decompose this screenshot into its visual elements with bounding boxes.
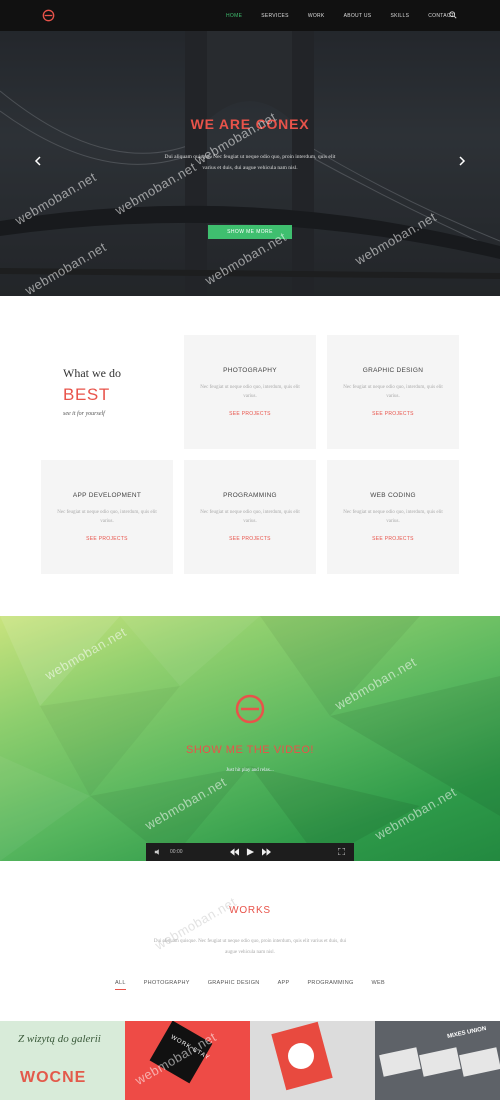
- works-section: WORKS Dui aliquam quisque. Nec feugiat u…: [0, 861, 500, 1021]
- portfolio-item-lettering: Z wizytą do galerii: [18, 1033, 101, 1045]
- portfolio-card-graphic: [459, 1047, 500, 1077]
- service-card-title: PHOTOGRAPHY: [223, 367, 277, 374]
- service-card-web-coding: WEB CODING Nec feugiat ut neque odio quo…: [327, 460, 459, 574]
- filter-photography[interactable]: PHOTOGRAPHY: [144, 980, 190, 990]
- portfolio-item-lettering: WOCNE: [20, 1069, 87, 1086]
- service-card-app-development: APP DEVELOPMENT Nec feugiat ut neque odi…: [41, 460, 173, 574]
- see-projects-link[interactable]: SEE PROJECTS: [184, 536, 316, 542]
- service-card-title: APP DEVELOPMENT: [72, 492, 142, 499]
- rewind-icon[interactable]: [230, 848, 239, 856]
- video-time: 00:00: [170, 849, 183, 855]
- service-card-text: Nec feugiat ut neque odio quo, interdum,…: [343, 385, 443, 399]
- see-projects-link[interactable]: SEE PROJECTS: [184, 411, 316, 417]
- volume-icon[interactable]: [154, 848, 162, 856]
- portfolio-gallery: Z wizytą do galerii WOCNE WORK STAY MIXE…: [0, 1021, 500, 1100]
- see-projects-link[interactable]: SEE PROJECTS: [41, 536, 173, 542]
- video-player-controls: 00:00: [146, 843, 354, 861]
- nav-item-skills[interactable]: SKILLS: [390, 13, 409, 19]
- filter-web[interactable]: WEB: [372, 980, 385, 990]
- portfolio-item[interactable]: WORK STAY: [125, 1021, 250, 1100]
- conex-logo-large: [235, 694, 265, 724]
- conex-logo[interactable]: [42, 9, 55, 22]
- portfolio-item[interactable]: MIXES UNION: [375, 1021, 500, 1100]
- portfolio-item-lettering: MIXES UNION: [446, 1025, 487, 1041]
- top-navbar: HOME SERVICES WORK ABOUT US SKILLS CONTA…: [0, 0, 500, 31]
- service-card-text: Nec feugiat ut neque odio quo, interdum,…: [57, 510, 157, 524]
- services-section: What we do BEST see it for yourself PHOT…: [0, 296, 500, 616]
- filter-all[interactable]: ALL: [115, 980, 126, 990]
- filter-graphic-design[interactable]: GRAPHIC DESIGN: [208, 980, 260, 990]
- service-card-title: GRAPHIC DESIGN: [362, 367, 424, 374]
- service-card-graphic-design: GRAPHIC DESIGN Nec feugiat ut neque odio…: [327, 335, 459, 449]
- chevron-right-icon[interactable]: [458, 156, 466, 166]
- search-icon[interactable]: [449, 11, 457, 19]
- forward-icon[interactable]: [262, 848, 271, 856]
- works-title: WORKS: [229, 905, 271, 916]
- nav-item-home[interactable]: HOME: [226, 13, 242, 19]
- chevron-left-icon[interactable]: [34, 156, 42, 166]
- portfolio-card-graphic: [288, 1043, 314, 1069]
- nav-menu: HOME SERVICES WORK ABOUT US SKILLS CONTA…: [226, 0, 473, 31]
- filter-app[interactable]: APP: [278, 980, 290, 990]
- video-title: SHOW ME THE VIDEO!: [186, 744, 314, 756]
- portfolio-card-graphic: [419, 1047, 461, 1077]
- nav-item-services[interactable]: SERVICES: [261, 13, 289, 19]
- portfolio-item[interactable]: [250, 1021, 375, 1100]
- services-heading: What we do BEST see it for yourself: [63, 366, 121, 417]
- service-card-photography: PHOTOGRAPHY Nec feugiat ut neque odio qu…: [184, 335, 316, 449]
- see-projects-link[interactable]: SEE PROJECTS: [327, 536, 459, 542]
- hero-section: WE ARE CONEX Dui aliquam quisque. Nec fe…: [0, 31, 500, 296]
- video-subtitle: Just hit play and relax...: [226, 768, 274, 773]
- fullscreen-icon[interactable]: [338, 848, 345, 855]
- service-card-text: Nec feugiat ut neque odio quo, interdum,…: [200, 385, 300, 399]
- video-section: SHOW ME THE VIDEO! Just hit play and rel…: [0, 616, 500, 861]
- service-card-title: PROGRAMMING: [223, 492, 277, 499]
- service-card-text: Nec feugiat ut neque odio quo, interdum,…: [200, 510, 300, 524]
- play-icon[interactable]: [246, 848, 255, 856]
- nav-item-work[interactable]: WORK: [308, 13, 325, 19]
- service-card-title: WEB CODING: [370, 492, 416, 499]
- see-projects-link[interactable]: SEE PROJECTS: [327, 411, 459, 417]
- service-card-text: Nec feugiat ut neque odio quo, interdum,…: [343, 510, 443, 524]
- services-heading-small: What we do: [63, 366, 121, 380]
- nav-item-about-us[interactable]: ABOUT US: [344, 13, 372, 19]
- works-filter-tabs: ALL PHOTOGRAPHY GRAPHIC DESIGN APP PROGR…: [0, 980, 500, 990]
- service-card-programming: PROGRAMMING Nec feugiat ut neque odio qu…: [184, 460, 316, 574]
- services-heading-big: BEST: [63, 385, 110, 404]
- portfolio-item[interactable]: Z wizytą do galerii WOCNE: [0, 1021, 125, 1100]
- services-subheading: see it for yourself: [63, 411, 105, 417]
- filter-programming[interactable]: PROGRAMMING: [307, 980, 353, 990]
- portfolio-card-graphic: [379, 1047, 421, 1077]
